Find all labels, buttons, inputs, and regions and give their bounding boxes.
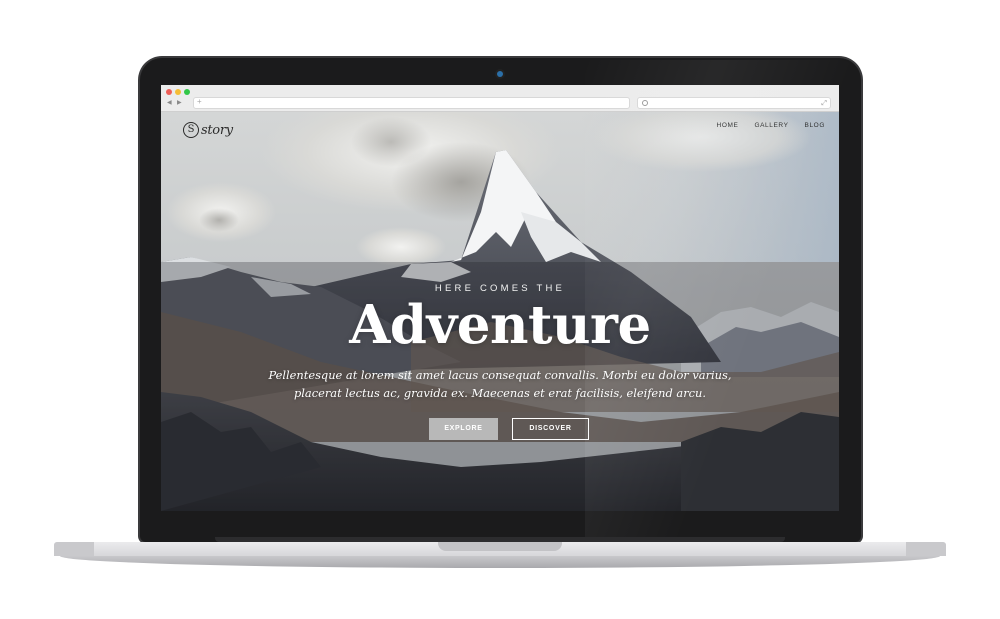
explore-button[interactable]: EXPLORE bbox=[429, 418, 498, 440]
site-logo[interactable]: S story bbox=[183, 122, 233, 138]
trackpad-notch bbox=[438, 542, 562, 551]
logo-text: story bbox=[201, 122, 233, 138]
laptop-screen: ◀ ▶ + ⤢ S story HOME GALLERY BLOG HERE C… bbox=[161, 85, 839, 511]
laptop-base-right bbox=[906, 542, 946, 556]
laptop-base-bottom bbox=[60, 556, 940, 568]
laptop-base-left bbox=[54, 542, 94, 556]
webcam bbox=[497, 71, 503, 77]
forward-icon[interactable]: ▶ bbox=[177, 99, 182, 107]
browser-search-field[interactable]: ⤢ bbox=[637, 97, 831, 109]
minimize-window-icon[interactable] bbox=[175, 89, 181, 95]
nav-gallery[interactable]: GALLERY bbox=[754, 122, 788, 129]
zoom-window-icon[interactable] bbox=[184, 89, 190, 95]
hero-headline: Adventure bbox=[349, 294, 651, 356]
hero-description: Pellentesque at lorem sit amet lacus con… bbox=[268, 368, 732, 400]
browser-chrome: ◀ ▶ + ⤢ bbox=[161, 85, 839, 112]
nav-blog[interactable]: BLOG bbox=[805, 122, 825, 129]
discover-button[interactable]: DISCOVER bbox=[512, 418, 589, 440]
logo-mark-icon: S bbox=[183, 122, 199, 138]
search-icon bbox=[642, 100, 648, 106]
nav-home[interactable]: HOME bbox=[717, 122, 739, 129]
hero-section: S story HOME GALLERY BLOG HERE COMES THE… bbox=[161, 112, 839, 511]
site-nav: HOME GALLERY BLOG bbox=[717, 122, 825, 129]
back-icon[interactable]: ◀ bbox=[167, 99, 172, 107]
new-tab-icon[interactable]: + bbox=[197, 97, 202, 107]
close-window-icon[interactable] bbox=[166, 89, 172, 95]
expand-icon[interactable]: ⤢ bbox=[821, 100, 827, 108]
address-bar[interactable]: + bbox=[193, 97, 630, 109]
